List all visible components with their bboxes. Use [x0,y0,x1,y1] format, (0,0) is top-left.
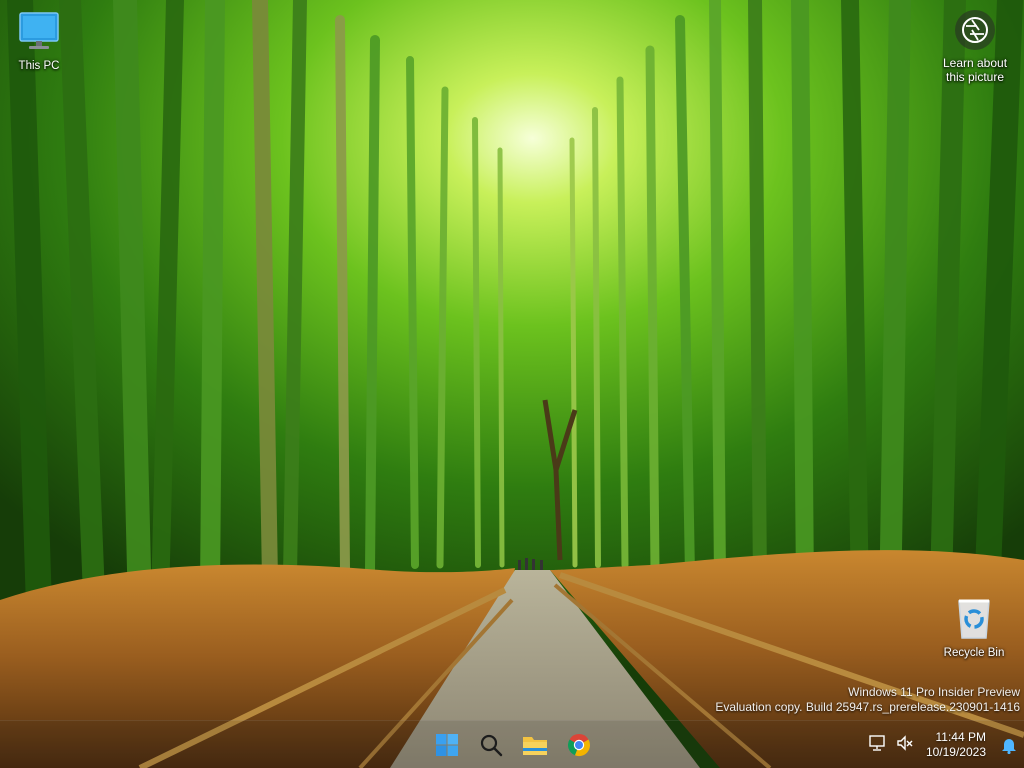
evaluation-watermark: Windows 11 Pro Insider Preview Evaluatio… [715,685,1020,715]
spotlight-label-line1: Learn about [942,56,1008,70]
file-explorer-button[interactable] [515,727,555,763]
taskbar-clock[interactable]: 11:44 PM 10/19/2023 [922,730,994,760]
taskbar: 11:44 PM 10/19/2023 [0,720,1024,768]
start-button[interactable] [427,727,467,763]
folder-icon [523,737,547,755]
chrome-icon [567,734,591,757]
clock-time: 11:44 PM [935,730,986,744]
learn-about-this-picture[interactable]: Learn about this picture [932,8,1018,84]
computer-icon [3,10,75,57]
desktop-icon-label: Recycle Bin [943,647,1005,659]
chrome-button[interactable] [559,727,599,763]
taskbar-pinned-apps [427,727,599,763]
search-icon [480,734,503,757]
watermark-build: Evaluation copy. Build 25947.rs_prerelea… [715,700,1020,714]
windows-logo-icon [436,734,458,756]
speaker-muted-icon[interactable] [896,734,914,757]
recycle-bin-icon [938,597,1010,644]
desktop-icon-this-pc[interactable]: This PC [3,10,75,72]
search-button[interactable] [471,727,511,763]
spotlight-camera-icon [955,10,995,50]
bamboo-forest-image [0,0,1024,768]
desktop-icon-label: This PC [18,60,60,72]
desktop-wallpaper [0,0,1024,768]
bell-icon [1002,739,1016,754]
clock-date: 10/19/2023 [925,745,986,759]
network-icon[interactable] [868,734,886,757]
tray-icons [860,734,922,757]
watermark-edition: Windows 11 Pro Insider Preview [848,685,1020,699]
notification-button[interactable] [994,736,1024,754]
desktop-icon-recycle-bin[interactable]: Recycle Bin [938,597,1010,659]
spotlight-label-line2: this picture [945,70,1005,84]
system-tray: 11:44 PM 10/19/2023 [860,721,1024,768]
